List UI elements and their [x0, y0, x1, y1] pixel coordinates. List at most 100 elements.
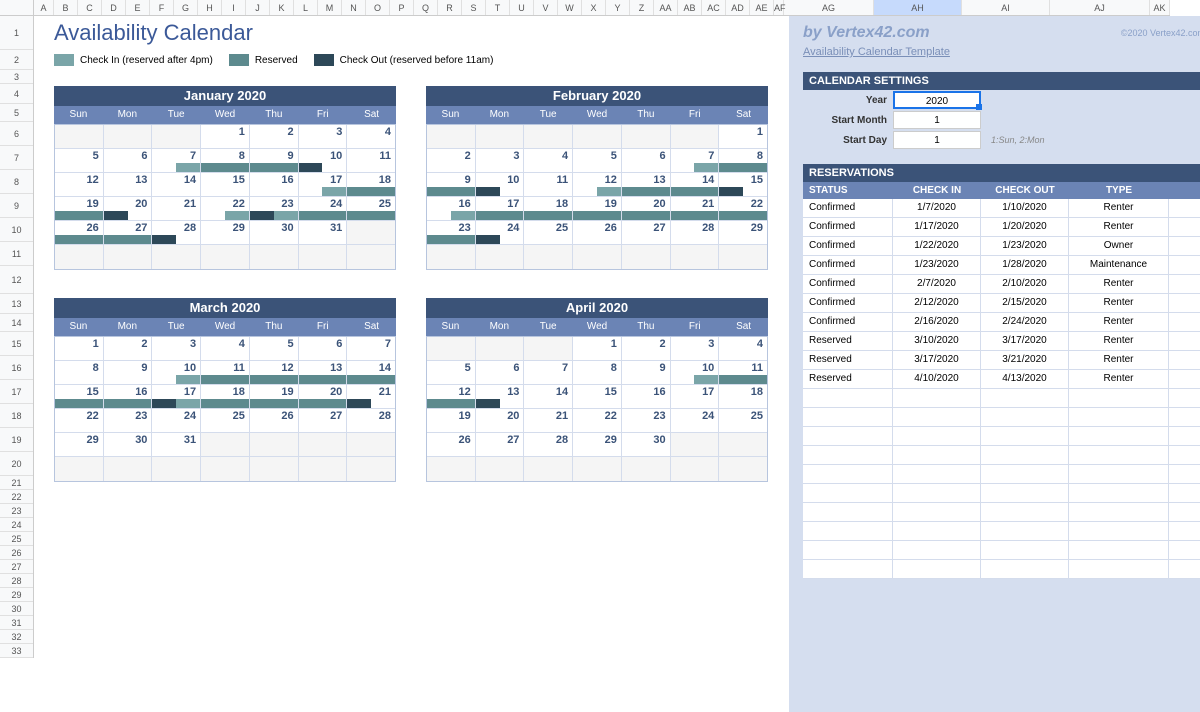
calendar-cell[interactable]: [719, 457, 767, 481]
calendar-cell[interactable]: 16: [250, 173, 299, 197]
calendar-cell[interactable]: 28: [671, 221, 720, 245]
calendar-cell[interactable]: 20: [299, 385, 348, 409]
calendar-cell[interactable]: 30: [250, 221, 299, 245]
col-header-M[interactable]: M: [318, 0, 342, 15]
calendar-cell[interactable]: [573, 245, 622, 269]
calendar-cell[interactable]: 25: [347, 197, 395, 221]
calendar-cell[interactable]: 2: [104, 337, 153, 361]
col-header-D[interactable]: D: [102, 0, 126, 15]
calendar-cell[interactable]: 27: [622, 221, 671, 245]
calendar-cell[interactable]: 31: [152, 433, 201, 457]
calendar-cell[interactable]: 31: [299, 221, 348, 245]
row-header-33[interactable]: 33: [0, 644, 33, 658]
calendar-cell[interactable]: [152, 457, 201, 481]
calendar-cell[interactable]: 26: [250, 409, 299, 433]
calendar-cell[interactable]: [152, 245, 201, 269]
calendar-cell[interactable]: 14: [524, 385, 573, 409]
calendar-cell[interactable]: 28: [524, 433, 573, 457]
calendar-cell[interactable]: 6: [299, 337, 348, 361]
calendar-cell[interactable]: 29: [201, 221, 250, 245]
calendar-cell[interactable]: 22: [573, 409, 622, 433]
calendar-cell[interactable]: 4: [201, 337, 250, 361]
calendar-cell[interactable]: [524, 457, 573, 481]
reservation-row-empty[interactable]: [803, 389, 1200, 408]
calendar-cell[interactable]: 4: [524, 149, 573, 173]
col-header-W[interactable]: W: [558, 0, 582, 15]
col-header-AA[interactable]: AA: [654, 0, 678, 15]
calendar-cell[interactable]: [427, 457, 476, 481]
calendar-cell[interactable]: 29: [719, 221, 767, 245]
calendar-cell[interactable]: 12: [55, 173, 104, 197]
reservation-row[interactable]: Confirmed1/22/20201/23/2020Owner: [803, 237, 1200, 256]
calendar-cell[interactable]: [524, 337, 573, 361]
calendar-cell[interactable]: [573, 125, 622, 149]
col-header-AD[interactable]: AD: [726, 0, 750, 15]
calendar-cell[interactable]: 10: [476, 173, 525, 197]
col-header-AI[interactable]: AI: [962, 0, 1050, 15]
calendar-cell[interactable]: 24: [476, 221, 525, 245]
col-header-U[interactable]: U: [510, 0, 534, 15]
col-header-N[interactable]: N: [342, 0, 366, 15]
col-header-E[interactable]: E: [126, 0, 150, 15]
calendar-cell[interactable]: 7: [524, 361, 573, 385]
calendar-cell[interactable]: 9: [104, 361, 153, 385]
calendar-cell[interactable]: [104, 245, 153, 269]
calendar-cell[interactable]: 4: [719, 337, 767, 361]
calendar-cell[interactable]: 29: [573, 433, 622, 457]
calendar-cell[interactable]: 17: [476, 197, 525, 221]
calendar-cell[interactable]: 11: [347, 149, 395, 173]
calendar-cell[interactable]: 20: [476, 409, 525, 433]
calendar-cell[interactable]: 19: [250, 385, 299, 409]
calendar-cell[interactable]: 15: [719, 173, 767, 197]
calendar-cell[interactable]: 15: [573, 385, 622, 409]
calendar-cell[interactable]: 5: [573, 149, 622, 173]
calendar-cell[interactable]: 22: [201, 197, 250, 221]
calendar-cell[interactable]: [55, 457, 104, 481]
calendar-cell[interactable]: [104, 125, 153, 149]
col-header-B[interactable]: B: [54, 0, 78, 15]
calendar-cell[interactable]: 4: [347, 125, 395, 149]
row-header-4[interactable]: 4: [0, 84, 33, 104]
year-input[interactable]: 2020: [893, 91, 981, 109]
calendar-cell[interactable]: [476, 457, 525, 481]
calendar-cell[interactable]: 21: [347, 385, 395, 409]
col-header-R[interactable]: R: [438, 0, 462, 15]
row-header-3[interactable]: 3: [0, 70, 33, 84]
reservation-row-empty[interactable]: [803, 484, 1200, 503]
row-header-31[interactable]: 31: [0, 616, 33, 630]
col-header-V[interactable]: V: [534, 0, 558, 15]
calendar-cell[interactable]: 9: [622, 361, 671, 385]
calendar-cell[interactable]: 8: [719, 149, 767, 173]
row-header-8[interactable]: 8: [0, 170, 33, 194]
row-header-11[interactable]: 11: [0, 242, 33, 266]
calendar-cell[interactable]: [719, 245, 767, 269]
row-header-18[interactable]: 18: [0, 404, 33, 428]
calendar-cell[interactable]: [55, 245, 104, 269]
row-header-2[interactable]: 2: [0, 50, 33, 70]
start-day-input[interactable]: 1: [893, 131, 981, 149]
calendar-cell[interactable]: [201, 457, 250, 481]
reservation-row[interactable]: Confirmed2/12/20202/15/2020Renter: [803, 294, 1200, 313]
row-header-15[interactable]: 15: [0, 332, 33, 356]
calendar-cell[interactable]: [476, 337, 525, 361]
calendar-cell[interactable]: 21: [524, 409, 573, 433]
sheet-corner[interactable]: [0, 0, 34, 16]
calendar-cell[interactable]: 20: [622, 197, 671, 221]
calendar-cell[interactable]: 1: [573, 337, 622, 361]
row-header-20[interactable]: 20: [0, 452, 33, 476]
reservation-row[interactable]: Confirmed1/7/20201/10/2020Renter: [803, 199, 1200, 218]
calendar-cell[interactable]: [622, 245, 671, 269]
calendar-cell[interactable]: [573, 457, 622, 481]
calendar-cell[interactable]: 3: [476, 149, 525, 173]
calendar-cell[interactable]: [671, 125, 720, 149]
calendar-cell[interactable]: 26: [427, 433, 476, 457]
calendar-cell[interactable]: 13: [622, 173, 671, 197]
calendar-cell[interactable]: 24: [299, 197, 348, 221]
calendar-cell[interactable]: 21: [152, 197, 201, 221]
calendar-cell[interactable]: 23: [622, 409, 671, 433]
calendar-cell[interactable]: 16: [622, 385, 671, 409]
calendar-cell[interactable]: 12: [573, 173, 622, 197]
reservation-row-empty[interactable]: [803, 560, 1200, 579]
reservation-row[interactable]: Reserved3/10/20203/17/2020Renter: [803, 332, 1200, 351]
calendar-cell[interactable]: [427, 245, 476, 269]
